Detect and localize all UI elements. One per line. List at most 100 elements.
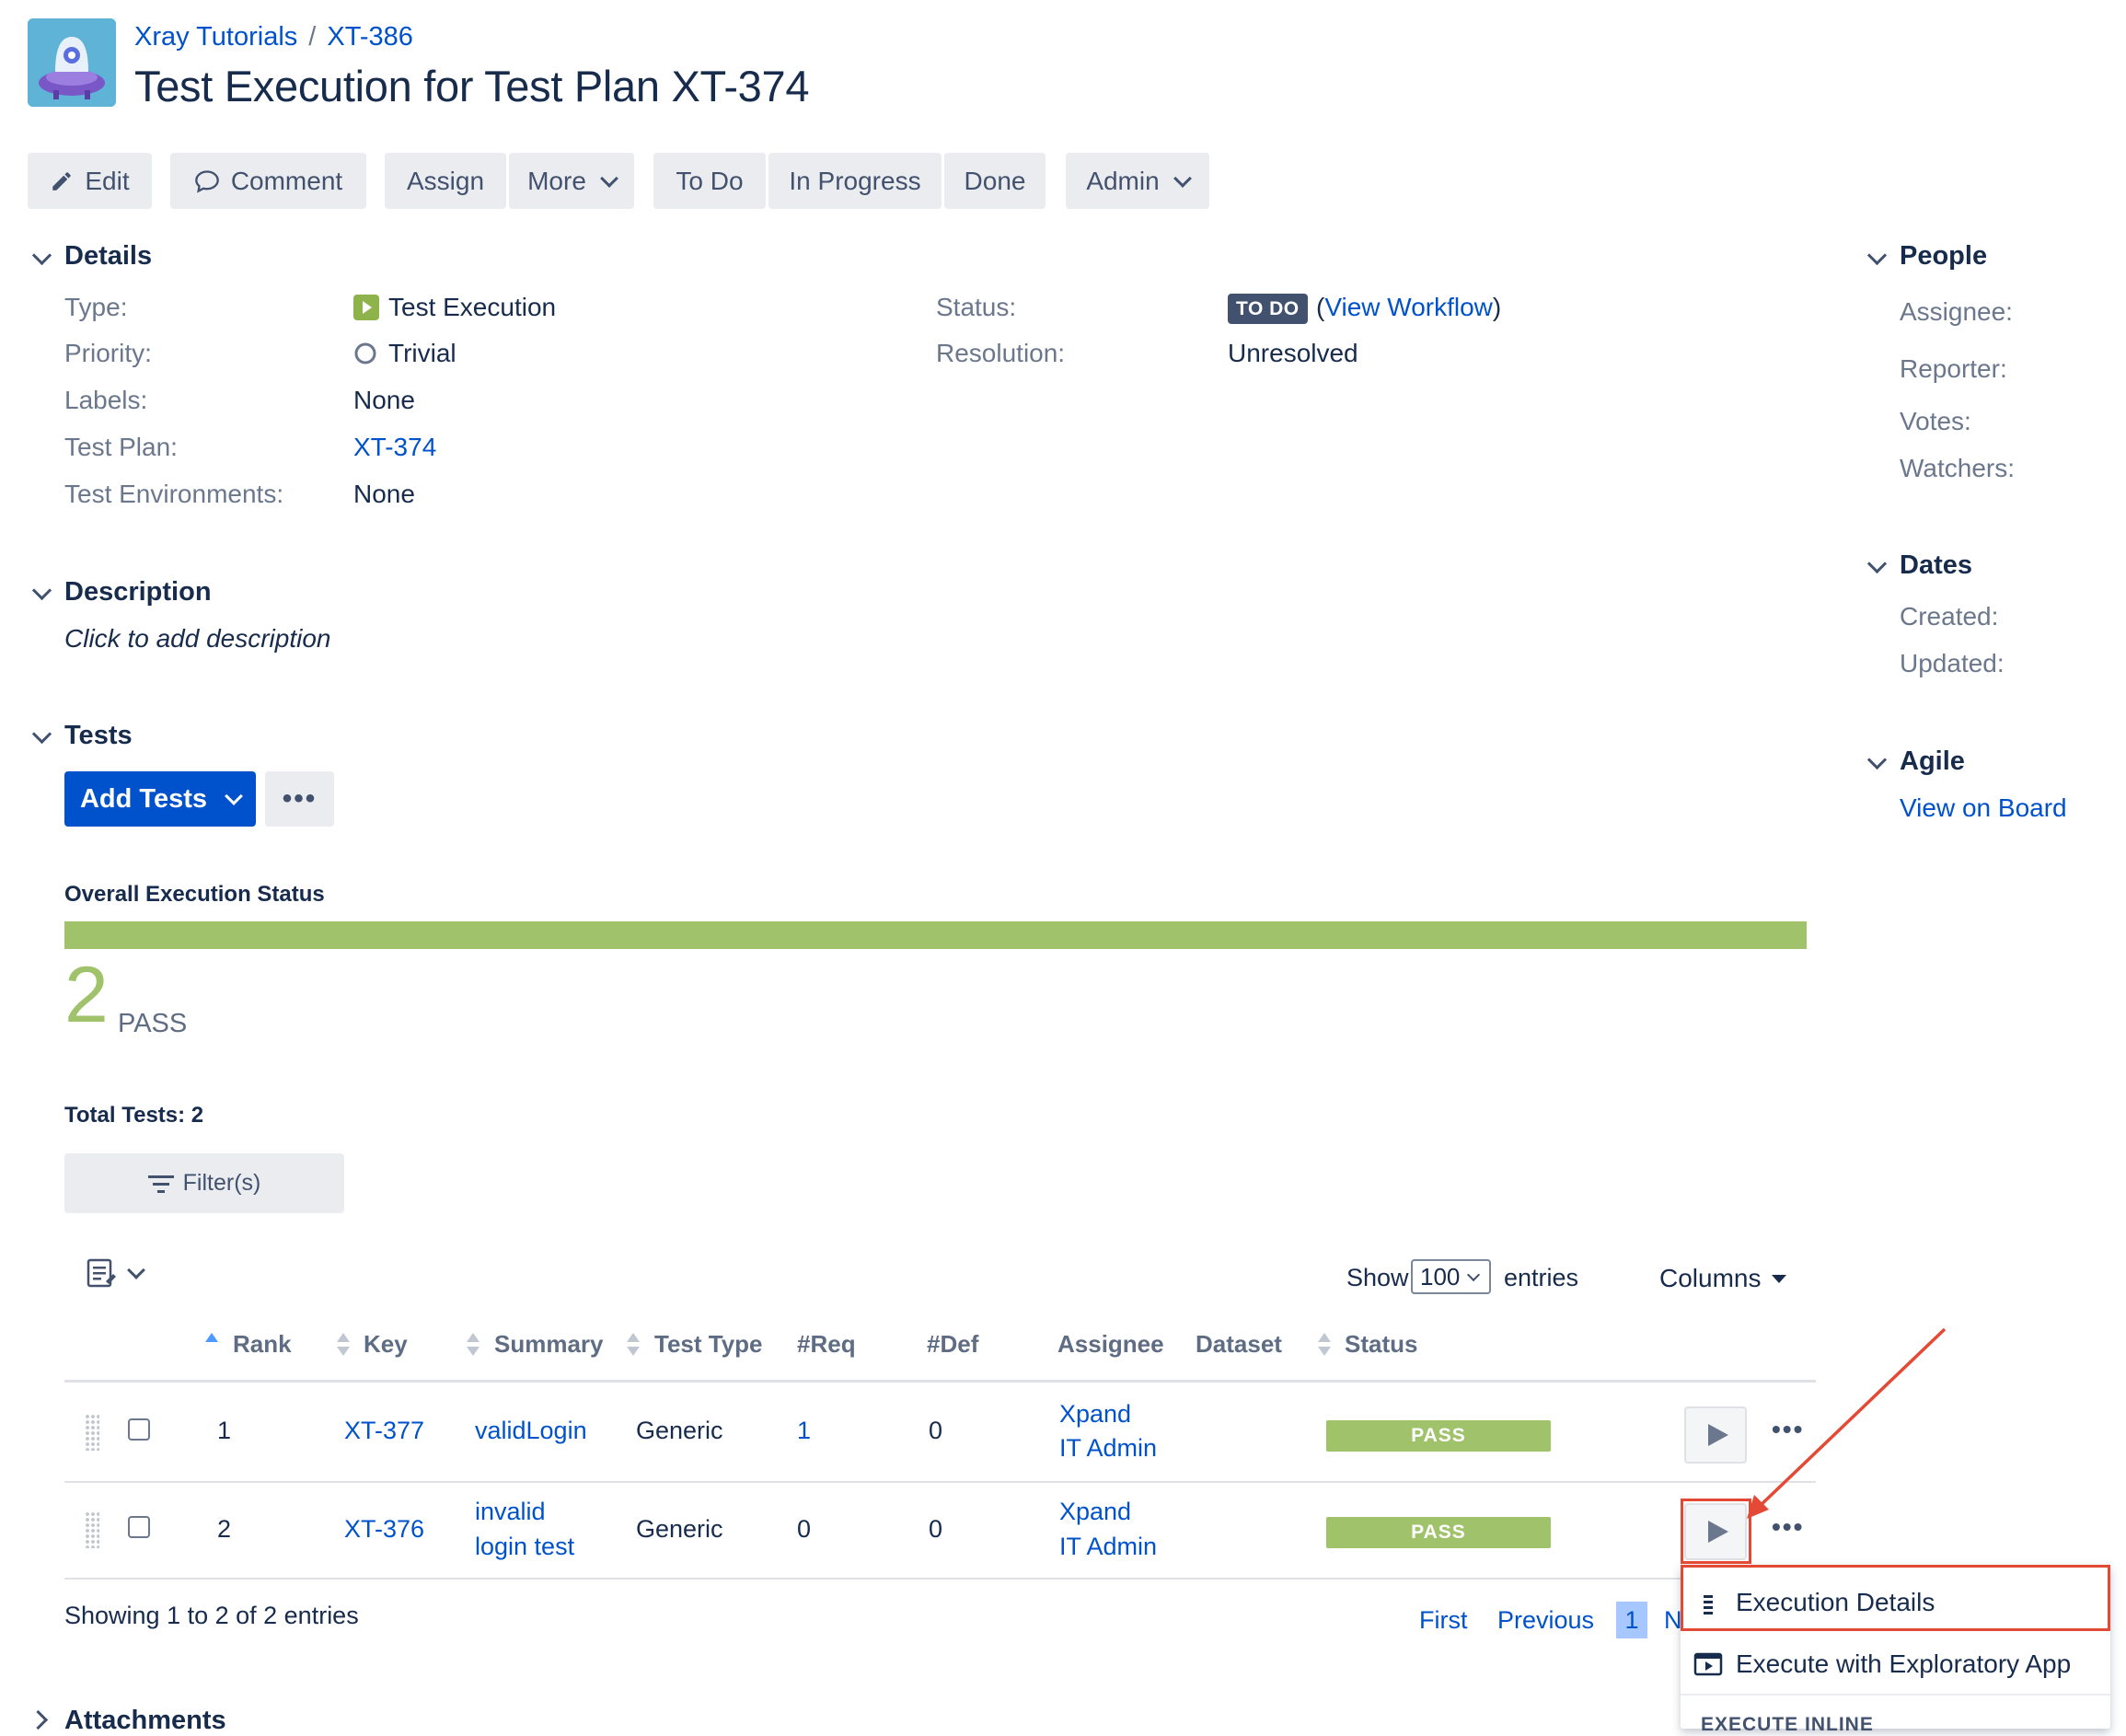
- type-label: Type:: [64, 293, 128, 321]
- pencil-icon: [52, 171, 72, 191]
- breadcrumb-project-link[interactable]: Xray Tutorials: [134, 22, 297, 52]
- project-avatar[interactable]: [28, 18, 116, 107]
- details-collapse-icon[interactable]: [31, 245, 52, 266]
- col-status[interactable]: Status: [1345, 1330, 1417, 1359]
- col-key[interactable]: Key: [364, 1330, 408, 1359]
- filter-button[interactable]: Filter(s): [64, 1153, 344, 1213]
- drag-handle-icon[interactable]: [85, 1414, 99, 1451]
- todo-transition-button[interactable]: To Do: [653, 153, 766, 209]
- row-assignee-link[interactable]: Xpand: [1059, 1397, 1131, 1431]
- columns-button[interactable]: Columns: [1659, 1264, 1787, 1293]
- chevron-down-icon: [1173, 168, 1192, 188]
- admin-button[interactable]: Admin: [1066, 153, 1209, 209]
- entries-select[interactable]: 100: [1411, 1259, 1491, 1294]
- created-label: Created:: [1900, 602, 1999, 631]
- done-transition-button[interactable]: Done: [944, 153, 1046, 209]
- menu-execute-exploratory[interactable]: Execute with Exploratory App: [1681, 1634, 2110, 1694]
- row-test-type: Generic: [636, 1417, 723, 1444]
- test-plan-link[interactable]: XT-374: [353, 433, 436, 462]
- sort-asc-icon[interactable]: [205, 1333, 218, 1357]
- page-title: Test Execution for Test Plan XT-374: [134, 62, 810, 110]
- col-rank[interactable]: Rank: [233, 1330, 292, 1359]
- chevron-down-icon: [599, 168, 618, 188]
- col-dataset[interactable]: Dataset: [1196, 1330, 1282, 1359]
- more-button[interactable]: More: [509, 153, 634, 209]
- tests-more-button[interactable]: •••: [265, 771, 334, 827]
- priority-text: Trivial: [388, 339, 456, 367]
- resolution-label: Resolution:: [936, 339, 1066, 367]
- todo-label: To Do: [676, 166, 744, 195]
- view-workflow-link[interactable]: View Workflow: [1324, 293, 1493, 321]
- row-summary-link[interactable]: invalid: [475, 1495, 546, 1529]
- page-previous-button[interactable]: Previous: [1497, 1606, 1594, 1635]
- row-req-link[interactable]: 1: [797, 1414, 811, 1448]
- col-summary[interactable]: Summary: [494, 1330, 604, 1359]
- pass-count-label: PASS: [118, 1009, 188, 1038]
- col-def[interactable]: #Def: [927, 1330, 978, 1359]
- details-title: Details: [64, 241, 153, 271]
- edit-button[interactable]: Edit: [28, 153, 152, 209]
- comment-button[interactable]: Comment: [170, 153, 366, 209]
- row-assignee-link[interactable]: IT Admin: [1059, 1530, 1157, 1564]
- in-progress-transition-button[interactable]: In Progress: [768, 153, 942, 209]
- description-title: Description: [64, 577, 212, 607]
- exploratory-app-icon: [1693, 1652, 1723, 1675]
- sort-icon[interactable]: [467, 1333, 480, 1357]
- row-summary-link[interactable]: login test: [475, 1530, 574, 1564]
- trivial-priority-icon: [354, 342, 376, 365]
- agile-collapse-icon[interactable]: [1866, 749, 1888, 770]
- sort-icon[interactable]: [627, 1333, 640, 1357]
- filter-icon: [147, 1175, 174, 1193]
- row-checkbox[interactable]: [128, 1516, 150, 1538]
- page-first-button[interactable]: First: [1419, 1606, 1467, 1635]
- row-assignee-link[interactable]: IT Admin: [1059, 1431, 1157, 1465]
- view-on-board-link[interactable]: View on Board: [1900, 793, 2067, 823]
- add-tests-button[interactable]: Add Tests: [64, 771, 256, 827]
- row-key-link[interactable]: XT-376: [344, 1512, 424, 1546]
- col-req[interactable]: #Req: [797, 1330, 856, 1359]
- test-environments-value: None: [353, 480, 415, 508]
- row-status-badge: PASS: [1326, 1517, 1551, 1548]
- sort-icon[interactable]: [337, 1333, 350, 1357]
- attachments-expand-icon[interactable]: [28, 1709, 49, 1730]
- overall-status-label: Overall Execution Status: [64, 882, 325, 907]
- view-options-button[interactable]: [86, 1257, 145, 1289]
- execution-progress-bar: [64, 921, 1807, 949]
- filter-label: Filter(s): [182, 1170, 261, 1196]
- agile-title: Agile: [1900, 746, 1965, 776]
- table-header-divider: [64, 1380, 1816, 1383]
- col-test-type[interactable]: Test Type: [654, 1330, 763, 1359]
- dates-collapse-icon[interactable]: [1866, 553, 1888, 574]
- type-text: Test Execution: [388, 293, 557, 321]
- row-checkbox[interactable]: [128, 1418, 150, 1441]
- play-icon: [1707, 1424, 1728, 1446]
- people-collapse-icon[interactable]: [1866, 245, 1888, 266]
- execute-button[interactable]: [1684, 1406, 1747, 1464]
- show-label: Show: [1346, 1264, 1409, 1291]
- row-summary-link[interactable]: validLogin: [475, 1414, 587, 1448]
- breadcrumb: Xray Tutorials / XT-386: [134, 22, 413, 52]
- assign-label: Assign: [406, 166, 485, 195]
- menu-divider: [1681, 1694, 2110, 1695]
- drag-handle-icon[interactable]: [85, 1511, 99, 1548]
- status-badge: TO DO: [1228, 294, 1308, 324]
- tests-collapse-icon[interactable]: [31, 723, 52, 745]
- row-rank: 2: [217, 1515, 232, 1543]
- row-key-link[interactable]: XT-377: [344, 1414, 424, 1448]
- page-next-button[interactable]: N: [1664, 1606, 1682, 1635]
- description-collapse-icon[interactable]: [31, 580, 52, 601]
- breadcrumb-parent-link[interactable]: XT-386: [327, 22, 413, 52]
- attachments-title: Attachments: [64, 1706, 226, 1735]
- row-assignee-link[interactable]: Xpand: [1059, 1495, 1131, 1529]
- comment-icon: [194, 169, 219, 193]
- edit-label: Edit: [85, 166, 130, 195]
- assign-button[interactable]: Assign: [385, 153, 506, 209]
- page-current-button[interactable]: 1: [1616, 1602, 1647, 1638]
- sort-icon[interactable]: [1318, 1333, 1331, 1357]
- col-assignee[interactable]: Assignee: [1057, 1330, 1164, 1359]
- comment-label: Comment: [230, 166, 343, 195]
- people-title: People: [1900, 241, 1988, 271]
- menu-execute-inline-header: EXECUTE INLINE: [1701, 1714, 1874, 1735]
- description-placeholder[interactable]: Click to add description: [64, 624, 330, 654]
- chevron-down-icon: [127, 1261, 145, 1279]
